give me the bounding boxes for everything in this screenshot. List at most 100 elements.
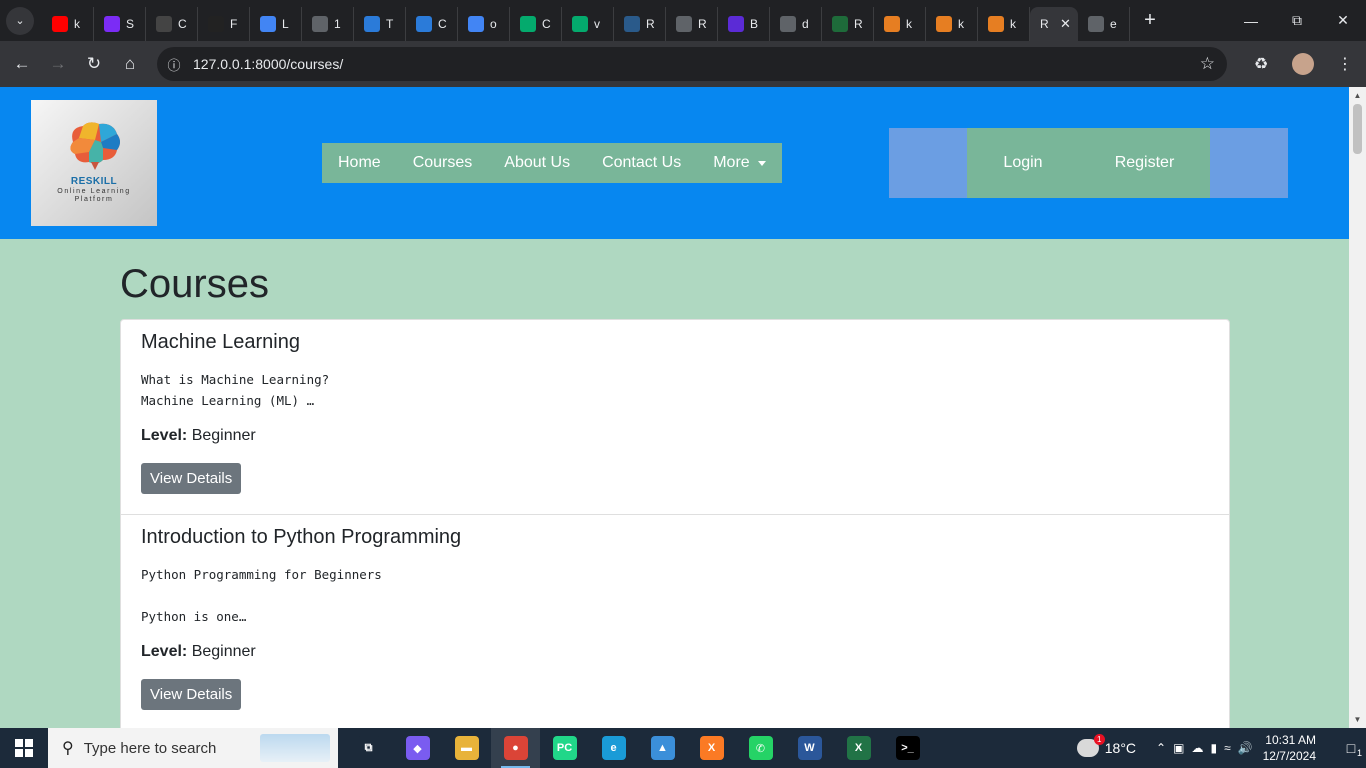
taskbar-app[interactable]: W bbox=[785, 728, 834, 768]
register-link[interactable]: Register bbox=[1079, 128, 1210, 198]
view-details-button[interactable]: View Details bbox=[141, 463, 242, 494]
taskbar-app[interactable]: ✆ bbox=[736, 728, 785, 768]
volume-icon[interactable]: 🔊 bbox=[1238, 741, 1253, 755]
word-icon: W bbox=[797, 736, 822, 760]
browser-tab[interactable]: T bbox=[354, 7, 406, 41]
browser-tab[interactable]: v bbox=[562, 7, 614, 41]
taskbar-app[interactable]: ▬ bbox=[442, 728, 491, 768]
menu-kebab-icon[interactable]: ⋮ bbox=[1324, 41, 1366, 87]
browser-tab-bar: ⌄ k S C F L 1 T Co Cv R R Bd Rk k k R ✕ e + — ⧉ ✕ bbox=[0, 0, 1366, 41]
nav-more-dropdown[interactable]: More bbox=[697, 143, 781, 183]
weather-widget[interactable]: 1 18°C bbox=[1076, 734, 1136, 757]
tab-search-button[interactable]: ⌄ bbox=[6, 6, 34, 35]
taskbar-app[interactable]: ◆ bbox=[393, 728, 442, 768]
page-scrollbar[interactable]: ▲ ▼ bbox=[1349, 87, 1366, 728]
clock-date: 12/7/2024 bbox=[1262, 749, 1316, 763]
restore-button[interactable]: ⧉ bbox=[1274, 0, 1320, 41]
terminal-icon: >_ bbox=[895, 736, 920, 760]
browser-tab[interactable]: S bbox=[94, 7, 146, 41]
reload-button[interactable]: ↻ bbox=[76, 46, 112, 82]
browser-tab[interactable]: C bbox=[146, 7, 198, 41]
browser-tab[interactable]: C bbox=[406, 7, 458, 41]
nav-contact-us[interactable]: Contact Us bbox=[586, 143, 697, 183]
browser-tab[interactable]: k bbox=[42, 7, 94, 41]
taskbar-app[interactable]: PC bbox=[540, 728, 589, 768]
github-icon bbox=[208, 16, 224, 32]
tab-title: k bbox=[1010, 17, 1016, 31]
browser-tab[interactable]: L bbox=[250, 7, 302, 41]
taskbar-app[interactable]: ▲ bbox=[638, 728, 687, 768]
browser-tab[interactable]: C bbox=[510, 7, 562, 41]
google-icon bbox=[468, 16, 484, 32]
taskbar-app[interactable]: e bbox=[589, 728, 638, 768]
new-tab-button[interactable]: + bbox=[1136, 7, 1164, 35]
site-info-icon[interactable]: ⓘ bbox=[157, 47, 191, 81]
browser-tab[interactable]: 1 bbox=[302, 7, 354, 41]
extensions-icon[interactable]: ♻ bbox=[1240, 41, 1282, 87]
scroll-up-arrow-icon[interactable]: ▲ bbox=[1349, 87, 1366, 104]
browser-tab[interactable]: R bbox=[666, 7, 718, 41]
onedrive-cloud-icon[interactable]: ☁ bbox=[1191, 741, 1203, 755]
browser-tab[interactable]: F bbox=[198, 7, 250, 41]
browser-tab[interactable]: d bbox=[770, 7, 822, 41]
nav-courses[interactable]: Courses bbox=[397, 143, 489, 183]
browser-tab[interactable]: k bbox=[926, 7, 978, 41]
bookmark-star-icon[interactable]: ☆ bbox=[1200, 54, 1215, 74]
taskbar-app[interactable]: >_ bbox=[883, 728, 932, 768]
notification-center-icon[interactable]: □ 1 bbox=[1336, 728, 1366, 768]
taskbar-app[interactable]: ● bbox=[491, 728, 540, 768]
course-list: Machine Learning What is Machine Learnin… bbox=[120, 319, 1230, 728]
taskbar-search-box[interactable]: ⚲ Type here to search bbox=[48, 728, 338, 768]
course-title[interactable]: Machine Learning bbox=[141, 331, 1209, 354]
course-title[interactable]: Introduction to Python Programming bbox=[141, 526, 1209, 549]
browser-tab[interactable]: R bbox=[614, 7, 666, 41]
browser-tab[interactable]: R bbox=[822, 7, 874, 41]
scrollbar-thumb[interactable] bbox=[1353, 104, 1362, 154]
chrome-icon: ● bbox=[503, 736, 528, 760]
browser-tab[interactable]: k bbox=[874, 7, 926, 41]
profile-avatar[interactable] bbox=[1292, 53, 1314, 75]
close-window-button[interactable]: ✕ bbox=[1320, 0, 1366, 41]
taskbar-app[interactable]: ⧉ bbox=[344, 728, 393, 768]
nav-home[interactable]: Home bbox=[322, 143, 397, 183]
browser-tab-active[interactable]: R ✕ bbox=[1030, 7, 1078, 41]
taskbar-app[interactable]: X bbox=[834, 728, 883, 768]
minimize-button[interactable]: — bbox=[1228, 0, 1274, 41]
xampp-icon: X bbox=[699, 736, 724, 760]
browser-tab[interactable]: e bbox=[1078, 7, 1130, 41]
back-button[interactable]: ← bbox=[4, 46, 40, 82]
tab-strip: k S C F L 1 T Co Cv R R Bd Rk k k R ✕ e bbox=[42, 0, 1130, 41]
meet-now-icon[interactable]: ▣ bbox=[1173, 741, 1184, 755]
weather-cloud-icon: 1 bbox=[1076, 734, 1105, 757]
browser-tab[interactable]: B bbox=[718, 7, 770, 41]
view-details-button[interactable]: View Details bbox=[141, 679, 242, 710]
tab-title: T bbox=[386, 17, 394, 31]
browser-tab[interactable]: o bbox=[458, 7, 510, 41]
close-tab-icon[interactable]: ✕ bbox=[1060, 16, 1071, 32]
nav-about-us[interactable]: About Us bbox=[488, 143, 586, 183]
battery-icon[interactable]: ▮ bbox=[1210, 741, 1217, 755]
copilot-app-icon: ◆ bbox=[405, 736, 430, 760]
logo-tagline: Online Learning Platform bbox=[57, 188, 131, 203]
home-button[interactable]: ⌂ bbox=[112, 46, 148, 82]
browser-tab[interactable]: k bbox=[978, 7, 1030, 41]
taskbar-app[interactable]: X bbox=[687, 728, 736, 768]
wifi-icon[interactable]: ≈ bbox=[1224, 741, 1231, 755]
address-bar[interactable]: ⓘ 127.0.0.1:8000/courses/ ☆ bbox=[157, 47, 1227, 81]
url-text[interactable]: 127.0.0.1:8000/courses/ bbox=[193, 56, 343, 72]
start-button[interactable] bbox=[0, 728, 48, 768]
rs-icon bbox=[624, 16, 640, 32]
forward-button[interactable]: → bbox=[40, 46, 76, 82]
nav-more-label: More bbox=[713, 154, 750, 171]
show-hidden-icons-chevron-icon[interactable]: ⌃ bbox=[1156, 741, 1166, 755]
tab-title: R bbox=[854, 17, 863, 31]
site-header: RESKILL Online Learning Platform Home Co… bbox=[0, 87, 1349, 239]
google-icon bbox=[260, 16, 276, 32]
site-logo[interactable]: RESKILL Online Learning Platform bbox=[31, 100, 157, 226]
taskbar-clock[interactable]: 10:31 AM 12/7/2024 bbox=[1263, 732, 1316, 764]
scroll-down-arrow-icon[interactable]: ▼ bbox=[1349, 711, 1366, 728]
search-highlight-image bbox=[260, 734, 330, 762]
login-link[interactable]: Login bbox=[967, 128, 1079, 198]
tab-title: B bbox=[750, 17, 759, 31]
tab-title: F bbox=[230, 17, 238, 31]
